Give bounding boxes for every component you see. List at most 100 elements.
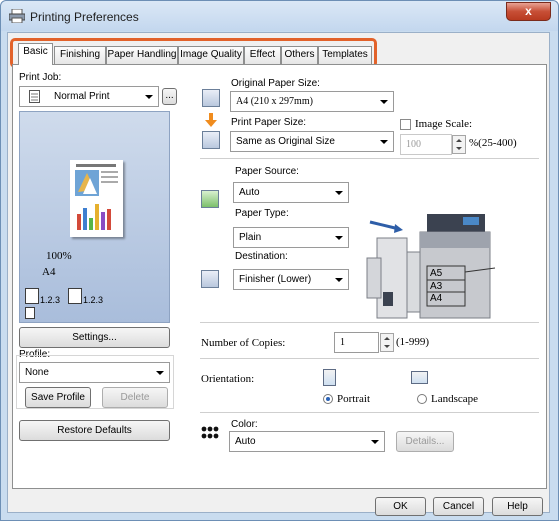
tab-finishing[interactable]: Finishing — [54, 46, 106, 64]
image-scale-spinner[interactable] — [452, 135, 466, 154]
paper-source-select[interactable]: Auto — [233, 182, 349, 203]
printer-illustration — [366, 214, 496, 319]
tab-image-quality[interactable]: Image Quality — [178, 46, 244, 64]
tab-label: Others — [284, 49, 315, 60]
color-mode-icon — [201, 426, 219, 439]
tray-a5-label: A5 — [430, 268, 443, 279]
restore-defaults-button[interactable]: Restore Defaults — [19, 420, 170, 441]
landscape-icon — [411, 371, 428, 384]
preview-document — [70, 160, 123, 237]
color-label: Color: — [231, 419, 258, 430]
tab-label: Templates — [322, 49, 368, 60]
color-details-button[interactable]: Details... — [396, 431, 454, 452]
chevron-down-icon — [371, 440, 379, 444]
destination-icon — [201, 270, 219, 288]
chevron-down-icon — [145, 95, 153, 99]
tab-label: Paper Handling — [107, 49, 177, 60]
paper-type-label: Paper Type: — [235, 208, 289, 219]
orientation-label: Orientation: — [201, 373, 255, 385]
portrait-radio[interactable] — [323, 394, 333, 404]
close-button[interactable]: x — [506, 2, 551, 21]
paper-source-icon — [201, 190, 219, 208]
landscape-radio[interactable] — [417, 394, 427, 404]
color-value: Auto — [235, 436, 256, 447]
profile-select[interactable]: None — [19, 362, 170, 383]
tray-a3-label: A3 — [430, 281, 443, 292]
preview-paper-size: A4 — [42, 266, 56, 278]
ok-button[interactable]: OK — [375, 497, 426, 516]
original-paper-size-value: A4 (210 x 297mm) — [236, 96, 313, 107]
tab-basic[interactable]: Basic — [18, 43, 53, 65]
printer-icon — [9, 9, 25, 23]
tray-a4-label: A4 — [430, 293, 443, 304]
arrow-down-icon — [205, 113, 217, 127]
settings-button[interactable]: Settings... — [19, 327, 170, 348]
chevron-down-icon — [335, 278, 343, 282]
original-paper-size-label: Original Paper Size: — [231, 78, 320, 89]
divider — [200, 322, 539, 323]
image-scale-label: Image Scale: — [415, 118, 473, 130]
close-icon: x — [525, 4, 532, 18]
print-paper-size-label: Print Paper Size: — [231, 117, 307, 128]
print-job-more-button[interactable]: ... — [162, 88, 177, 105]
tab-paper-handling[interactable]: Paper Handling — [106, 46, 178, 64]
chevron-down-icon — [380, 100, 388, 104]
print-paper-size-value: Same as Original Size — [236, 136, 335, 147]
save-profile-button[interactable]: Save Profile — [25, 387, 91, 408]
paper-type-value: Plain — [239, 232, 262, 243]
chevron-down-icon — [335, 236, 343, 240]
paper-source-value: Auto — [239, 187, 260, 198]
tab-templates[interactable]: Templates — [318, 46, 372, 64]
chevron-down-icon — [380, 140, 388, 144]
destination-value: Finisher (Lower) — [239, 274, 312, 285]
preview-bar-graphic — [77, 204, 111, 230]
portrait-label: Portrait — [337, 393, 370, 405]
image-scale-value: 100 — [406, 139, 421, 150]
chevron-down-icon — [335, 191, 343, 195]
title-bar[interactable]: Printing Preferences x — [1, 1, 558, 31]
print-paper-size-select[interactable]: Same as Original Size — [230, 131, 394, 152]
window-title: Printing Preferences — [30, 10, 139, 24]
copies-value: 1 — [340, 337, 345, 348]
document-icon — [29, 90, 40, 103]
print-job-select[interactable]: Normal Print — [19, 86, 159, 107]
staple-icon — [25, 307, 35, 319]
profile-value: None — [25, 367, 49, 378]
number-of-copies-label: Number of Copies: — [201, 337, 286, 349]
original-paper-size-select[interactable]: A4 (210 x 297mm) — [230, 91, 394, 112]
print-job-label: Print Job: — [19, 72, 62, 83]
print-paper-size-icon — [202, 131, 220, 149]
divider — [200, 358, 539, 359]
tab-effect[interactable]: Effect — [244, 46, 281, 64]
image-scale-input[interactable]: 100 — [400, 134, 452, 155]
tab-label: Image Quality — [180, 49, 242, 60]
chevron-down-icon — [156, 371, 164, 375]
paper-type-select[interactable]: Plain — [233, 227, 349, 248]
copy-order-label-2: 1.2.3 — [83, 295, 104, 305]
copies-range: (1-999) — [396, 336, 429, 348]
divider — [200, 158, 539, 159]
tab-label: Finishing — [59, 49, 101, 60]
image-scale-checkbox[interactable] — [400, 119, 411, 130]
tab-label: Basic — [23, 46, 48, 57]
tab-label: Effect — [249, 49, 276, 60]
help-button[interactable]: Help — [492, 497, 543, 516]
delete-profile-button[interactable]: Delete — [102, 387, 168, 408]
destination-label: Destination: — [235, 251, 288, 262]
landscape-label: Landscape — [431, 393, 479, 405]
copies-spinner[interactable] — [380, 333, 394, 352]
preview-zoom: 100% — [46, 250, 72, 262]
destination-select[interactable]: Finisher (Lower) — [233, 269, 349, 290]
tab-others[interactable]: Others — [281, 46, 318, 64]
portrait-icon — [323, 369, 336, 386]
paper-source-label: Paper Source: — [235, 166, 299, 177]
copy-order-label-1: 1.2.3 — [40, 295, 61, 305]
copies-input[interactable]: 1 — [334, 332, 379, 353]
copy-stack-icon — [25, 288, 39, 304]
divider — [200, 412, 539, 413]
copy-stack-icon — [68, 288, 82, 304]
print-preview: 100% A4 1.2.3 1.2.3 — [19, 111, 170, 323]
color-select[interactable]: Auto — [229, 431, 385, 452]
cancel-button[interactable]: Cancel — [433, 497, 484, 516]
original-paper-size-icon — [202, 89, 220, 107]
